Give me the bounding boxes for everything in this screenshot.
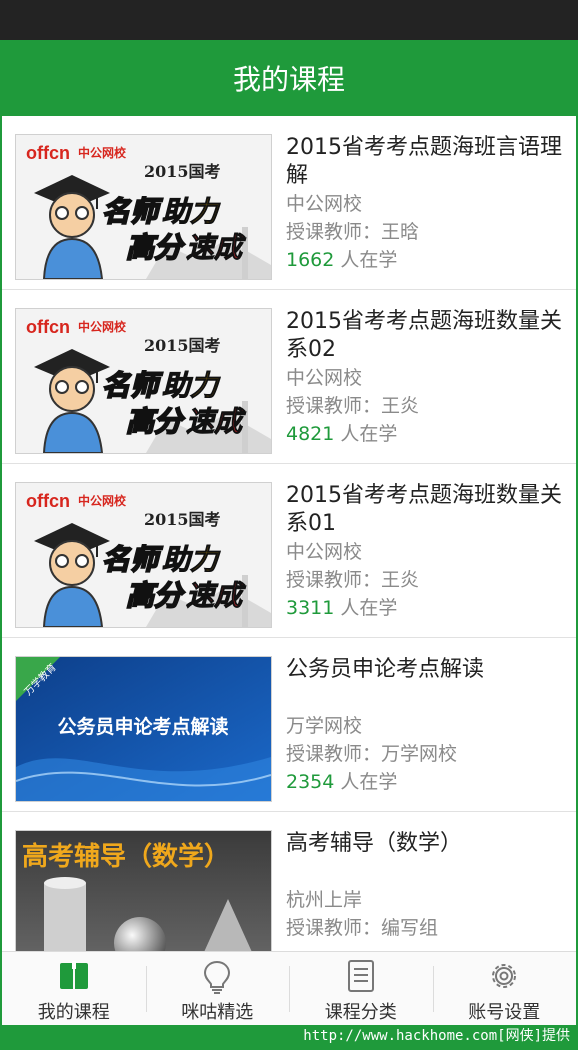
course-title[interactable]: 2015省考考点题海班数量关系01 [286, 482, 568, 538]
learner-count-row: 1662 人在学 [286, 246, 568, 274]
course-provider: 中公网校 [286, 367, 363, 389]
list-item[interactable]: 万学教育 公务员申论考点解读 公务员申论考点解读 万学网校 授课教师：万学网校 … [2, 638, 576, 812]
banner-text: 公务员申论考点解读 [57, 715, 228, 738]
course-thumbnail: offcn 中公网校 2015国考 名师 助力 高分 速成 [15, 482, 272, 628]
course-teacher: 授课教师：王晗 [286, 221, 420, 243]
slogan-text: 速成 [186, 579, 246, 612]
course-thumbnail: offcn 中公网校 2015国考 名师 助力 高分 速成 [15, 308, 272, 454]
course-list[interactable]: offcn 中公网校 2015国考 名师 助力 高分 速成 2015省考考点题海… [2, 116, 576, 951]
list-item[interactable]: offcn 中公网校 2015国考 名师 助力 高分 速成 2015省考考点题海… [2, 116, 576, 290]
tab-my-courses[interactable]: 我的课程 [2, 952, 146, 1025]
slogan-text: 名师 [102, 369, 163, 402]
tab-migu-picks[interactable]: 咪咕精选 [145, 952, 290, 1025]
learner-count: 4821 [286, 423, 335, 445]
slogan-text: 速成 [186, 405, 246, 438]
course-teacher: 授课教师：万学网校 [286, 743, 458, 765]
offcn-logo: offcn [26, 491, 70, 511]
learner-count-suffix: 人在学 [334, 771, 398, 793]
slogan-text: 高分 [126, 579, 185, 612]
slogan-text: 助力 [162, 369, 221, 402]
course-thumbnail: 万学教育 公务员申论考点解读 [15, 656, 272, 802]
learner-count-suffix: 人在学 [334, 423, 398, 445]
learner-count-row: 3311 人在学 [286, 594, 568, 622]
learner-count-suffix: 人在学 [334, 249, 398, 271]
learner-count: 1662 [286, 249, 335, 271]
book-icon [59, 961, 88, 989]
course-provider: 中公网校 [286, 193, 363, 215]
course-thumbnail: offcn 中公网校 2015国考 名师 助力 高分 速成 [15, 134, 272, 280]
slogan-text: 名师 [102, 195, 163, 228]
tab-label: 课程分类 [324, 1002, 397, 1023]
year-label: 2015国考 [144, 162, 221, 181]
course-title[interactable]: 2015省考考点题海班数量关系02 [286, 308, 568, 364]
list-icon [347, 960, 374, 992]
course-thumbnail: 高考辅导（数学） [15, 830, 272, 951]
tab-label: 咪咕精选 [181, 1002, 254, 1023]
learner-count-suffix: 人在学 [334, 597, 398, 619]
slogan-text: 助力 [162, 543, 221, 576]
course-title[interactable]: 高考辅导（数学） [286, 830, 568, 886]
banner-text: 高考辅导（数学） [22, 841, 230, 872]
learner-count: 3311 [286, 597, 335, 619]
slogan-text: 高分 [126, 405, 185, 438]
bottom-tab-bar: 我的课程 咪咕精选 课程分类 账号设置 [2, 951, 576, 1025]
list-item[interactable]: offcn 中公网校 2015国考 名师 助力 高分 速成 2015省考考点题海… [2, 290, 576, 464]
course-title[interactable]: 2015省考考点题海班言语理解 [286, 134, 568, 190]
brand-label: 中公网校 [78, 493, 127, 508]
status-bar [0, 0, 578, 40]
offcn-logo: offcn [26, 143, 70, 163]
course-provider: 中公网校 [286, 541, 363, 563]
gear-icon [492, 964, 517, 988]
course-teacher: 授课教师：王炎 [286, 395, 420, 417]
slogan-text: 名师 [102, 543, 163, 576]
tab-account-settings[interactable]: 账号设置 [432, 952, 577, 1025]
offcn-logo: offcn [26, 317, 70, 337]
course-teacher: 授课教师：王炎 [286, 569, 420, 591]
lightbulb-icon [204, 960, 231, 994]
course-provider: 杭州上岸 [286, 889, 363, 911]
slogan-text: 速成 [186, 231, 246, 264]
watermark-text: http://www.hackhome.com[网侠]提供 [303, 1028, 570, 1044]
brand-label: 中公网校 [78, 319, 127, 334]
course-teacher: 授课教师：编写组 [286, 917, 439, 939]
learner-count-row: 4821 人在学 [286, 420, 568, 448]
slogan-text: 助力 [162, 195, 221, 228]
tab-label: 我的课程 [37, 1002, 110, 1023]
brand-label: 中公网校 [78, 145, 127, 160]
course-title[interactable]: 公务员申论考点解读 [286, 656, 568, 712]
list-item[interactable]: 高考辅导（数学） 高考辅导（数学） 杭州上岸 授课教师：编写组 [2, 812, 576, 951]
year-label: 2015国考 [144, 336, 221, 355]
tab-course-categories[interactable]: 课程分类 [289, 952, 433, 1025]
course-provider: 万学网校 [286, 715, 363, 737]
learner-count: 2354 [286, 771, 335, 793]
learner-count-row: 2354 人在学 [286, 768, 568, 796]
slogan-text: 高分 [126, 231, 185, 264]
page-title: 我的课程 [0, 40, 578, 116]
year-label: 2015国考 [144, 510, 221, 529]
tab-label: 账号设置 [468, 1002, 541, 1023]
list-item[interactable]: offcn 中公网校 2015国考 名师 助力 高分 速成 2015省考考点题海… [2, 464, 576, 638]
